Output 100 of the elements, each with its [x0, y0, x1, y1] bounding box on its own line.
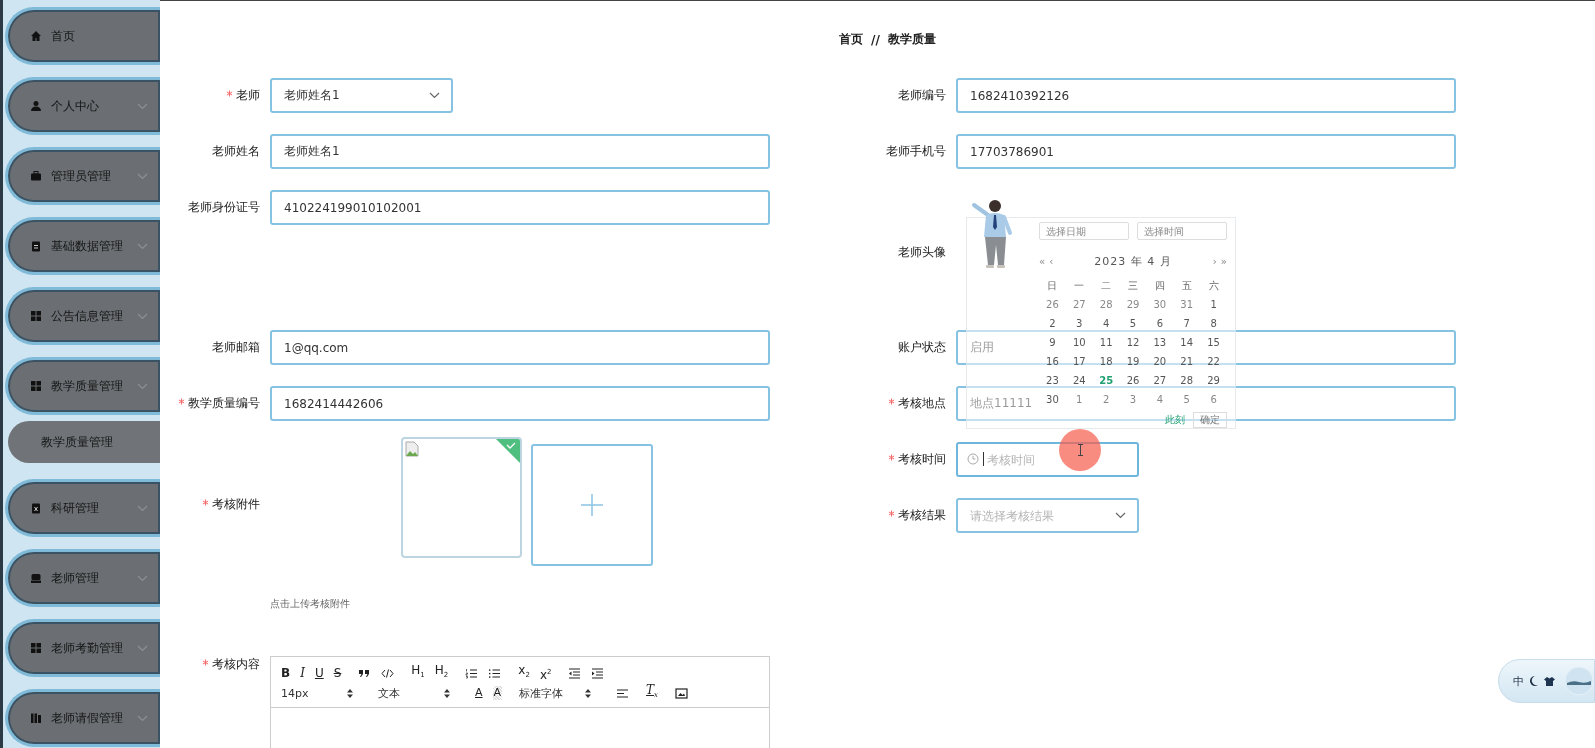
- calendar-day[interactable]: 29: [1207, 375, 1220, 386]
- calendar-day[interactable]: 14: [1180, 337, 1194, 348]
- sidebar-item[interactable]: 个人中心: [5, 77, 160, 135]
- clipboard-icon: [30, 502, 42, 514]
- calendar-day[interactable]: 26: [1126, 375, 1140, 386]
- calendar-day[interactable]: 6: [1210, 394, 1217, 405]
- select-field[interactable]: 老师姓名1: [270, 78, 453, 113]
- calendar-day[interactable]: 13: [1153, 337, 1167, 348]
- text-field[interactable]: 1@qq.com: [270, 330, 770, 365]
- sidebar-item[interactable]: 科研管理: [5, 479, 160, 537]
- toolbar-select[interactable]: 文本: [378, 685, 458, 701]
- calendar-day[interactable]: 20: [1153, 356, 1167, 367]
- align-icon[interactable]: [616, 686, 630, 700]
- code-icon[interactable]: [381, 666, 395, 680]
- calendar-day[interactable]: 2: [1102, 394, 1110, 405]
- calendar-nav-button[interactable]: ‹: [1049, 255, 1054, 267]
- sidebar-item[interactable]: 公告信息管理: [5, 287, 160, 345]
- sidebar-item[interactable]: 基础数据管理: [5, 217, 160, 275]
- text-field[interactable]: 老师姓名1: [270, 134, 770, 169]
- calendar-day[interactable]: 3: [1076, 318, 1083, 329]
- calendar-day[interactable]: 10: [1072, 337, 1086, 348]
- time-input-field[interactable]: 选择时间: [1137, 222, 1227, 240]
- text-field[interactable]: 1682414442606: [270, 386, 770, 421]
- calendar-day[interactable]: 1: [1076, 394, 1083, 405]
- grid-icon: [30, 642, 42, 654]
- toolbar-button[interactable]: H$_{2}$: [434, 663, 449, 683]
- select-field[interactable]: 请选择考核结果: [956, 498, 1139, 533]
- calendar-day[interactable]: 19: [1126, 356, 1140, 367]
- toolbar-select[interactable]: 标准字体: [519, 685, 600, 701]
- calendar-nav-button[interactable]: ›: [1212, 255, 1217, 267]
- calendar-day[interactable]: 5: [1183, 394, 1190, 405]
- toolbar-button[interactable]: H$_{1}$: [411, 663, 425, 683]
- calendar-day[interactable]: 3: [1129, 394, 1137, 405]
- calendar-day[interactable]: 21: [1180, 356, 1194, 367]
- sidebar-item[interactable]: 老师请假管理: [5, 689, 160, 747]
- calendar-nav-button[interactable]: «: [1039, 255, 1046, 267]
- sidebar-subitem[interactable]: 教学质量管理: [8, 421, 160, 463]
- calendar-day[interactable]: 7: [1183, 318, 1190, 329]
- toolbar-button[interactable]: S: [333, 666, 342, 680]
- toolbar-button[interactable]: T$_{x}$: [646, 683, 659, 703]
- sidebar-item[interactable]: 老师考勤管理: [5, 619, 160, 677]
- confirm-button[interactable]: 确定: [1193, 412, 1227, 428]
- ime-mode-label[interactable]: 中: [1513, 673, 1524, 689]
- calendar-day[interactable]: 29: [1126, 299, 1140, 310]
- calendar-day[interactable]: 23: [1046, 375, 1059, 386]
- calendar-day[interactable]: 28: [1180, 375, 1194, 386]
- calendar-day[interactable]: 8: [1210, 318, 1217, 329]
- toolbar-button[interactable]: A: [492, 686, 503, 700]
- calendar-day[interactable]: 4: [1102, 318, 1110, 329]
- date-input-field[interactable]: 选择日期: [1039, 222, 1129, 240]
- text-field[interactable]: 410224199010102001: [270, 190, 770, 225]
- toolbar-button[interactable]: B: [281, 666, 291, 680]
- person-icon: [30, 100, 42, 112]
- calendar-day[interactable]: 26: [1046, 299, 1059, 310]
- shirt-icon[interactable]: [1544, 676, 1555, 686]
- calendar-nav-button[interactable]: »: [1220, 255, 1227, 267]
- sort-icon: [347, 688, 353, 698]
- image-icon[interactable]: [675, 686, 689, 700]
- calendar-day[interactable]: 1: [1210, 299, 1217, 310]
- bullet-list-icon[interactable]: [488, 666, 502, 680]
- chevron-down-icon: [429, 92, 440, 99]
- calendar-day[interactable]: 15: [1207, 337, 1220, 348]
- text-field[interactable]: 1682410392126: [956, 78, 1456, 113]
- calendar-day[interactable]: 18: [1099, 356, 1113, 367]
- calendar-day[interactable]: 12: [1126, 337, 1140, 348]
- sidebar-item[interactable]: 管理员管理: [5, 147, 160, 205]
- calendar-day[interactable]: 2: [1049, 318, 1056, 329]
- calendar-day[interactable]: 6: [1156, 318, 1164, 329]
- calendar-day[interactable]: 17: [1072, 356, 1086, 367]
- calendar-title: 2023 年 4 月: [1094, 253, 1172, 269]
- toolbar-select[interactable]: 14px: [281, 686, 361, 700]
- text-field[interactable]: 17703786901: [956, 134, 1456, 169]
- calendar-day[interactable]: 30: [1046, 394, 1059, 405]
- calendar-day[interactable]: 31: [1180, 299, 1194, 310]
- calendar-day[interactable]: 4: [1156, 394, 1164, 405]
- toolbar-button[interactable]: U: [314, 666, 324, 680]
- chevron-down-icon: [137, 102, 148, 110]
- toolbar-button[interactable]: I: [300, 666, 305, 680]
- numbered-list-icon[interactable]: [465, 666, 479, 680]
- calendar-day[interactable]: 16: [1046, 356, 1059, 367]
- indent-icon[interactable]: [591, 666, 605, 680]
- toolbar-button[interactable]: x$_{2}$: [518, 663, 530, 683]
- moon-icon[interactable]: [1530, 676, 1538, 686]
- calendar-day[interactable]: 30: [1153, 299, 1167, 310]
- sidebar-item[interactable]: 首页: [5, 7, 160, 65]
- calendar-day[interactable]: 28: [1099, 299, 1113, 310]
- calendar-day[interactable]: 9: [1049, 337, 1056, 348]
- calendar-day[interactable]: 11: [1099, 337, 1113, 348]
- calendar-day[interactable]: 27: [1153, 375, 1167, 386]
- sidebar-item[interactable]: 教学质量管理: [5, 357, 160, 415]
- sidebar-item[interactable]: 老师管理: [5, 549, 160, 607]
- field-label: 老师编号: [898, 87, 946, 104]
- toolbar-button[interactable]: A: [475, 686, 483, 700]
- breadcrumb-link[interactable]: 首页: [839, 31, 864, 48]
- calendar-day[interactable]: 5: [1129, 318, 1137, 329]
- calendar-day[interactable]: 27: [1072, 299, 1086, 310]
- outdent-icon[interactable]: [568, 666, 582, 680]
- toolbar-button[interactable]: x$^{2}$: [539, 664, 552, 682]
- calendar-day[interactable]: 24: [1072, 375, 1086, 386]
- calendar-day[interactable]: 22: [1207, 356, 1220, 367]
